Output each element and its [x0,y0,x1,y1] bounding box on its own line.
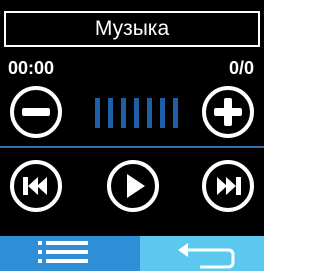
volume-bar [160,98,165,128]
elapsed-time: 00:00 [8,58,55,78]
previous-track-button[interactable] [8,158,64,214]
music-player-screen: Музыка 00:00 0/0 [0,0,264,271]
play-icon [107,160,159,212]
return-arrow-icon [178,243,235,269]
volume-up-button[interactable] [200,84,256,140]
next-track-button[interactable] [200,158,256,214]
title-bar: Музыка [4,11,260,47]
volume-bar [121,98,126,128]
list-icon [38,241,88,263]
volume-bar [134,98,139,128]
plus-circle-icon [202,86,254,138]
volume-bar [147,98,152,128]
volume-level-indicator [95,98,178,128]
page-title: Музыка [94,17,170,40]
skip-previous-icon [10,160,62,212]
skip-next-icon [202,160,254,212]
track-counter: 0/0 [228,58,254,78]
play-button[interactable] [105,158,161,214]
volume-down-button[interactable] [8,84,64,140]
volume-bar [95,98,100,128]
minus-circle-icon [10,86,62,138]
divider [0,146,264,148]
volume-bar [108,98,113,128]
volume-bar [173,98,178,128]
